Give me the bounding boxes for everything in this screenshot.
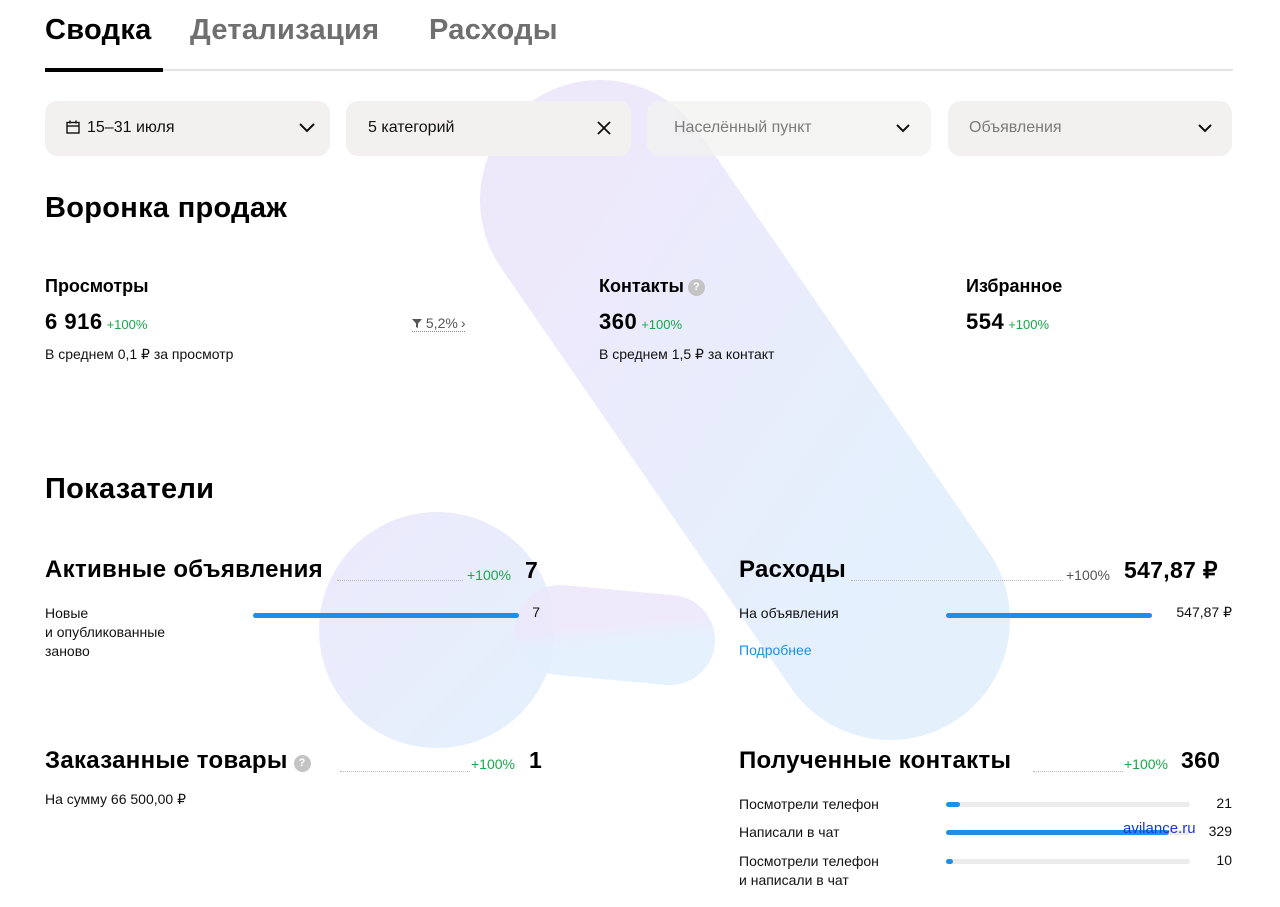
active-ads-row-value: 7 [532,604,540,620]
close-icon[interactable] [593,116,615,140]
tab-summary[interactable]: Сводка [45,14,152,47]
active-tab-indicator [45,68,163,72]
views-delta: +100% [106,317,148,332]
expenses-row-label: На объявления [739,605,839,621]
chevron-down-icon [1194,116,1216,140]
categories-filter[interactable]: 5 категорий [346,101,631,156]
expenses-delta: +100% [1066,567,1110,583]
ads-placeholder: Объявления [969,119,1062,136]
dotted-leader [337,580,463,581]
dotted-leader [340,771,470,772]
contacts-row-bar [946,802,1190,807]
funnel-icon [412,315,426,331]
active-ads-row-label: Новые и опубликованные заново [45,605,166,659]
active-ads-bar [253,613,519,618]
contacts-row-label: Написали в чат [739,824,840,840]
contacts-title: Контакты? [599,276,705,297]
period-value: 15–31 июля [87,119,175,136]
favorites-delta: +100% [1008,317,1050,332]
contacts-value: 360 +100% [599,309,683,334]
views-title: Просмотры [45,276,149,296]
views-value: 6 916 +100% [45,309,148,334]
help-icon[interactable]: ? [687,279,705,296]
ordered-total: 1 [529,747,543,773]
expenses-details-link[interactable]: Подробнее [739,642,812,658]
expenses-total: 547,87 ₽ [1124,557,1218,583]
received-contacts-title: Полученные контакты [739,747,1012,774]
contacts-row-label: Посмотрели телефон и написали в чат [739,853,879,888]
views-sub: В среднем 0,1 ₽ за просмотр [45,346,234,362]
contacts-row-bar [946,859,1190,864]
location-placeholder: Населённый пункт [674,119,812,136]
received-contacts-delta: +100% [1124,756,1168,772]
contacts-row-value: 21 [1216,795,1232,811]
dotted-leader [1033,771,1123,772]
contacts-row-label: Посмотрели телефон [739,796,879,812]
contacts-delta: +100% [641,317,683,332]
ads-filter[interactable]: Объявления [948,101,1232,156]
funnel-title: Воронка продаж [45,192,288,224]
favorites-title: Избранное [966,276,1063,296]
dotted-leader [851,580,1063,581]
chevron-right-icon: › [460,315,466,331]
contacts-sub: В среднем 1,5 ₽ за контакт [599,346,775,362]
period-filter[interactable]: 15–31 июля [45,101,330,156]
bar-fill [946,613,1152,618]
expenses-bar [946,613,1152,618]
tab-details[interactable]: Детализация [190,14,379,47]
contacts-row-value: 10 [1216,852,1232,868]
ordered-title: Заказанные товары? [45,747,311,775]
ordered-delta: +100% [471,756,515,772]
calendar-icon [66,120,80,139]
watermark-text: avilance.ru [1123,820,1196,837]
expenses-row-value: 547,87 ₽ [1176,604,1232,620]
bar-fill [946,802,961,807]
chevron-down-icon [892,116,914,140]
chevron-down-icon [296,116,318,140]
active-ads-total: 7 [525,557,539,583]
tab-expenses[interactable]: Расходы [429,14,558,47]
bar-fill [253,613,519,618]
active-ads-delta: +100% [467,567,511,583]
active-ads-title: Активные объявления [45,556,323,583]
location-filter[interactable]: Населённый пункт [647,101,931,156]
funnel-conversion[interactable]: 5,2% › [412,315,466,332]
help-icon[interactable]: ? [293,755,311,772]
indicators-title: Показатели [45,473,215,505]
expenses-title: Расходы [739,556,846,583]
ordered-sub: На сумму 66 500,00 ₽ [45,791,187,807]
categories-value: 5 категорий [368,119,455,136]
favorites-value: 554 +100% [966,309,1050,334]
contacts-row-value: 329 [1208,823,1232,839]
bar-fill [946,859,953,864]
received-contacts-total: 360 [1181,747,1221,773]
tabs-divider [45,69,1233,71]
